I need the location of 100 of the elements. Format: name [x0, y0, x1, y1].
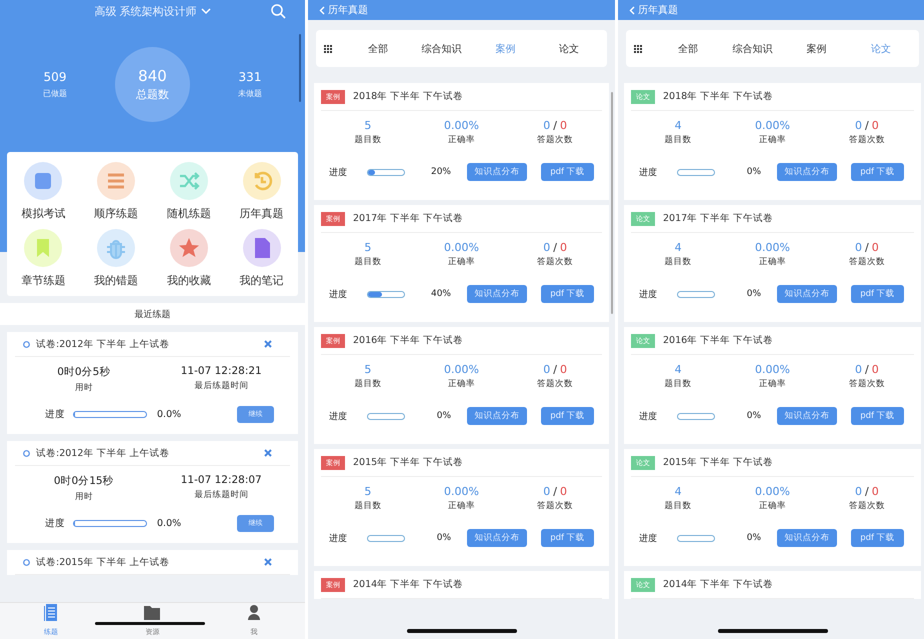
knowledge-button[interactable]: 知识点分布: [467, 529, 527, 547]
stat-label: 已做题: [43, 88, 67, 98]
wrong-count: 0: [872, 363, 879, 376]
pdf-download-button[interactable]: pdf 下载: [851, 163, 904, 181]
stat-label: 正确率: [758, 134, 786, 146]
paper-title: 2014年 下半年 下午试卷: [663, 578, 774, 591]
knowledge-button[interactable]: 知识点分布: [467, 407, 527, 425]
separator: /: [553, 485, 558, 498]
right-count: 0: [854, 363, 862, 376]
stat-label: 正确率: [758, 378, 786, 390]
question-count: 5: [364, 485, 372, 498]
stat-label: 答题次数: [848, 256, 885, 268]
accuracy-value: 0.00%: [444, 119, 479, 132]
wrong-count: 0: [560, 485, 568, 498]
progress-label: 进度: [639, 288, 657, 300]
close-icon[interactable]: [264, 449, 272, 457]
total-value: 840: [138, 66, 167, 84]
progress-label: 进度: [45, 516, 65, 530]
stat-label: 未做题: [238, 88, 262, 98]
pdf-download-button[interactable]: pdf 下载: [851, 285, 904, 303]
circle-icon: [23, 450, 30, 456]
pdf-download-button[interactable]: pdf 下载: [541, 163, 594, 181]
menu-item[interactable]: 章节练题: [7, 229, 80, 288]
grid-icon[interactable]: [324, 44, 332, 52]
last-time-label: 最后练题时间: [194, 489, 248, 501]
pdf-download-button[interactable]: pdf 下载: [541, 529, 594, 547]
knowledge-button[interactable]: 知识点分布: [467, 285, 527, 303]
right-count: 0: [543, 241, 550, 254]
close-icon[interactable]: [264, 340, 272, 348]
progress-bar: [367, 534, 405, 542]
paper-title: 2016年 下半年 下午试卷: [353, 334, 464, 347]
knowledge-button[interactable]: 知识点分布: [777, 407, 837, 425]
filter-tab[interactable]: 论文: [537, 42, 601, 56]
filter-tab[interactable]: 全部: [656, 42, 720, 56]
menu-item[interactable]: 我的收藏: [152, 229, 226, 288]
close-icon[interactable]: [264, 558, 272, 566]
question-count: 5: [364, 241, 372, 254]
filter-tab[interactable]: 全部: [346, 42, 410, 56]
note-icon: [242, 229, 281, 267]
separator: /: [864, 363, 869, 376]
stat-label: 题目数: [354, 378, 382, 390]
progress-percent: 0%: [436, 533, 451, 543]
knowledge-button[interactable]: 知识点分布: [467, 163, 527, 181]
back-icon: [629, 6, 635, 14]
back-link[interactable]: 历年真题: [319, 3, 368, 17]
stat-value: 509: [44, 70, 66, 84]
menu-item[interactable]: 我的笔记: [225, 229, 298, 288]
menu-item[interactable]: 顺序练题: [80, 162, 152, 221]
progress-label: 进度: [45, 408, 65, 420]
separator: /: [553, 241, 558, 254]
pdf-download-button[interactable]: pdf 下载: [851, 529, 904, 547]
filter-tab[interactable]: 案例: [474, 42, 538, 56]
separator: /: [553, 119, 558, 132]
progress-percent: 0%: [746, 289, 761, 299]
paper-title: 2015年 下半年 下午试卷: [663, 456, 774, 469]
accuracy-value: 0.00%: [755, 241, 790, 254]
separator: /: [553, 363, 558, 376]
right-count: 0: [854, 119, 862, 132]
stat-label: 题目数: [354, 256, 382, 268]
search-icon[interactable]: [271, 4, 286, 19]
bug-icon: [97, 229, 136, 267]
stat-label: 正确率: [448, 134, 475, 146]
menu-item[interactable]: 模拟考试: [7, 162, 80, 221]
menu-item[interactable]: 我的错题: [80, 229, 152, 288]
accuracy-value: 0.00%: [755, 363, 790, 376]
pdf-download-button[interactable]: pdf 下载: [851, 407, 904, 425]
knowledge-button[interactable]: 知识点分布: [777, 163, 837, 181]
stat-label: 正确率: [448, 378, 475, 390]
chevron-down-icon: [200, 8, 211, 14]
back-icon: [319, 6, 325, 14]
progress-label: 进度: [639, 532, 657, 544]
back-link[interactable]: 历年真题: [629, 3, 678, 17]
separator: /: [864, 241, 869, 254]
stat-label: 正确率: [758, 500, 786, 512]
knowledge-button[interactable]: 知识点分布: [777, 529, 837, 547]
filter-tab[interactable]: 案例: [784, 42, 849, 56]
wrong-count: 0: [872, 241, 879, 254]
menu-item[interactable]: 随机练题: [152, 162, 226, 221]
progress-label: 进度: [329, 288, 347, 300]
pdf-download-button[interactable]: pdf 下载: [541, 407, 594, 425]
pdf-download-button[interactable]: pdf 下载: [541, 285, 594, 303]
filter-tab[interactable]: 论文: [848, 42, 913, 56]
list-icon: [97, 162, 136, 200]
right-count: 0: [543, 485, 550, 498]
question-count: 5: [364, 119, 372, 132]
wrong-count: 0: [872, 485, 879, 498]
filter-tab[interactable]: 综合知识: [720, 42, 784, 56]
progress-percent: 0%: [746, 167, 761, 177]
stat-label: 题目数: [664, 378, 692, 390]
menu-item[interactable]: 历年真题: [225, 162, 298, 221]
knowledge-button[interactable]: 知识点分布: [777, 285, 837, 303]
filter-tab[interactable]: 综合知识: [410, 42, 474, 56]
folder-icon: [143, 604, 162, 621]
grid-icon[interactable]: [634, 44, 642, 52]
stat-label: 正确率: [758, 256, 786, 268]
accuracy-value: 0.00%: [444, 241, 479, 254]
progress-bar: [677, 168, 715, 176]
question-count: 4: [674, 119, 682, 132]
shuffle-icon: [170, 162, 208, 200]
exam-selector[interactable]: 高级 系统架构设计师: [94, 4, 211, 18]
